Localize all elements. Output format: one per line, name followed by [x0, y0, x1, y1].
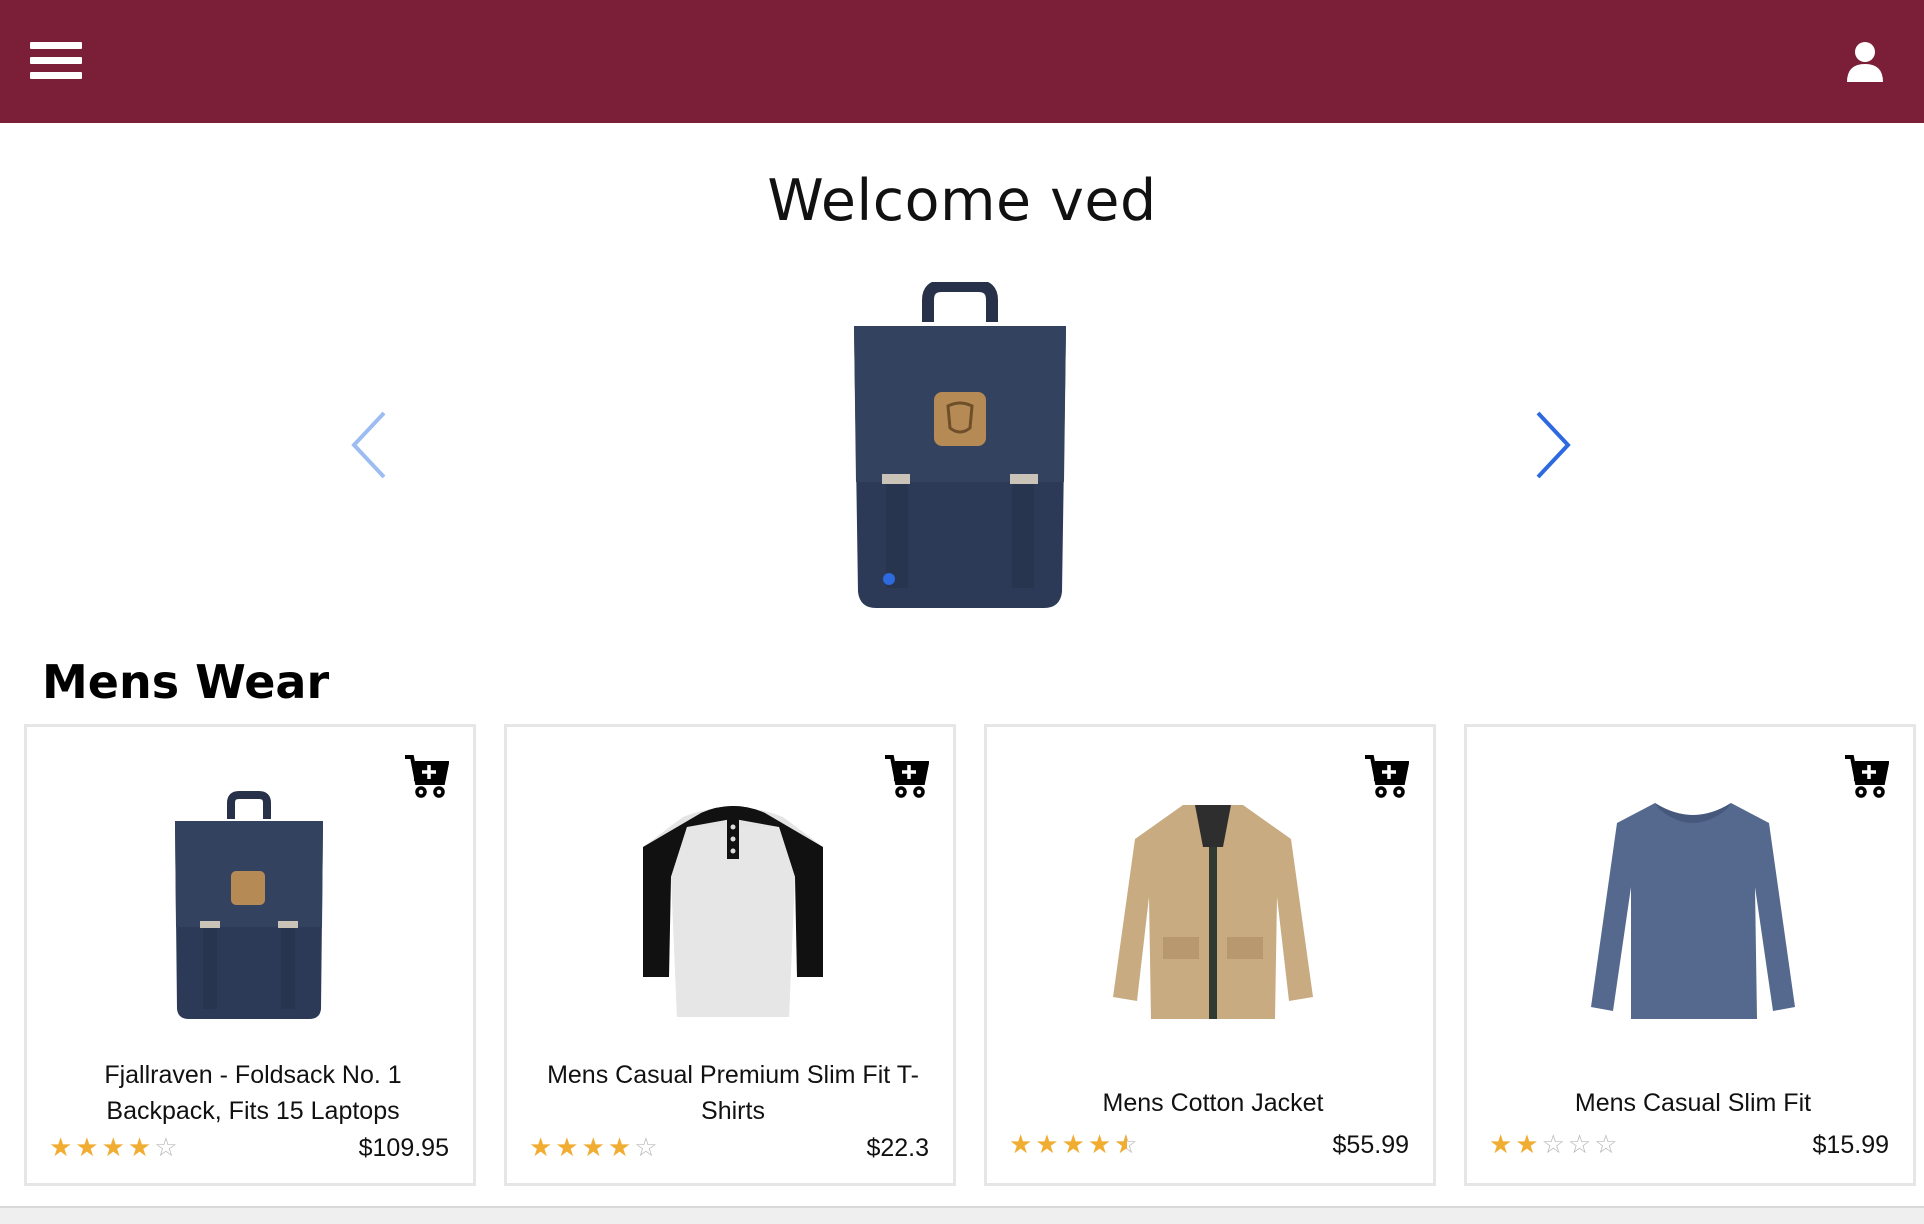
- product-card[interactable]: Mens Casual Premium Slim Fit T-Shirts ★★…: [504, 724, 956, 1186]
- product-title[interactable]: Mens Casual Slim Fit: [1491, 1085, 1895, 1121]
- bottom-edge: [0, 1206, 1924, 1224]
- backpack-image: [854, 282, 1066, 608]
- section-title: Mens Wear: [42, 655, 330, 709]
- cotton-jacket-image: [1113, 805, 1313, 1019]
- chevron-left-icon[interactable]: [346, 405, 396, 485]
- add-to-cart-icon[interactable]: [1363, 753, 1409, 799]
- product-grid: Fjallraven - Foldsack No. 1 Backpack, Fi…: [24, 724, 1924, 1190]
- hamburger-menu-icon[interactable]: [30, 42, 82, 84]
- add-to-cart-icon[interactable]: [883, 753, 929, 799]
- add-to-cart-icon[interactable]: [403, 753, 449, 799]
- raglan-tshirt-image: [643, 806, 823, 1017]
- rating-stars: ★★★★☆: [49, 1132, 181, 1162]
- product-card[interactable]: Mens Cotton Jacket ★★★★☆ $55.99: [984, 724, 1436, 1186]
- product-title[interactable]: Fjallraven - Foldsack No. 1 Backpack, Fi…: [51, 1057, 455, 1129]
- top-app-bar: [0, 0, 1924, 123]
- chevron-right-icon[interactable]: [1526, 405, 1576, 485]
- product-price: $109.95: [358, 1134, 449, 1162]
- product-price: $15.99: [1812, 1131, 1889, 1159]
- welcome-heading: Welcome ved: [767, 168, 1157, 234]
- rating-stars: ★★☆☆☆: [1489, 1129, 1621, 1159]
- backpack-image: [175, 791, 323, 1019]
- product-card[interactable]: Fjallraven - Foldsack No. 1 Backpack, Fi…: [24, 724, 476, 1186]
- product-price: $55.99: [1332, 1131, 1409, 1159]
- hero-carousel: [0, 270, 1924, 620]
- rating-stars: ★★★★☆: [529, 1132, 661, 1162]
- product-title[interactable]: Mens Casual Premium Slim Fit T-Shirts: [531, 1057, 935, 1129]
- rating-stars: ★★★★☆: [1009, 1129, 1141, 1160]
- product-price: $22.3: [866, 1134, 929, 1162]
- user-icon[interactable]: [1846, 40, 1884, 82]
- carousel-indicator-dot[interactable]: [883, 573, 895, 585]
- add-to-cart-icon[interactable]: [1843, 753, 1889, 799]
- product-title[interactable]: Mens Cotton Jacket: [1011, 1085, 1415, 1121]
- slim-fit-sweater-image: [1591, 803, 1795, 1019]
- product-card[interactable]: Mens Casual Slim Fit ★★☆☆☆ $15.99: [1464, 724, 1916, 1186]
